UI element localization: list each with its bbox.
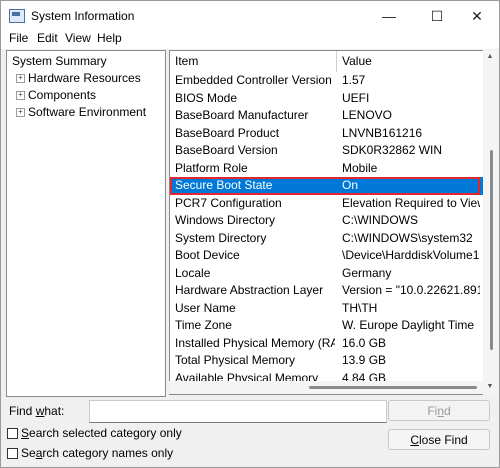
expand-software-environment-icon[interactable]: + xyxy=(16,108,25,117)
column-divider[interactable] xyxy=(336,51,337,72)
item-cell: BaseBoard Version xyxy=(175,143,278,157)
item-cell: Total Physical Memory xyxy=(175,353,296,367)
scroll-down-icon[interactable]: ▼ xyxy=(485,382,495,392)
category-tree[interactable]: System Summary + Hardware Resources + Co… xyxy=(6,50,166,397)
menu-file[interactable]: File xyxy=(9,31,28,45)
value-cell: Version = "10.0.22621.891" xyxy=(342,283,480,297)
value-cell: 16.0 GB xyxy=(342,335,387,350)
value-cell: 13.9 GB xyxy=(342,353,387,367)
table-row[interactable]: Boot Device \Device\HarddiskVolume1 xyxy=(170,247,484,265)
close-button[interactable]: ✕ xyxy=(455,1,499,31)
value-cell: Germany xyxy=(342,265,392,280)
expand-hardware-resources-icon[interactable]: + xyxy=(16,74,25,83)
system-information-window: System Information — ☐ ✕ File Edit View … xyxy=(0,0,500,468)
table-row[interactable]: BIOS Mode UEFI xyxy=(170,90,484,108)
table-row[interactable]: User Name TH\TH xyxy=(170,300,484,318)
table-row[interactable]: System Directory C:\WINDOWS\system32 xyxy=(170,230,484,248)
search-selected-category-checkbox[interactable] xyxy=(7,428,18,439)
search-selected-category-only-option[interactable]: Search selected category only xyxy=(7,426,182,440)
column-header-value[interactable]: Value xyxy=(342,51,372,72)
scroll-up-icon[interactable]: ▲ xyxy=(485,52,495,62)
value-cell: C:\WINDOWS\system32 xyxy=(342,230,473,245)
tree-item-software-environment[interactable]: Software Environment xyxy=(28,105,146,119)
item-cell: Boot Device xyxy=(175,248,240,262)
vertical-scroll-thumb[interactable] xyxy=(490,150,493,350)
value-cell: SDK0R32862 WIN xyxy=(342,143,443,157)
item-cell: Locale xyxy=(175,265,211,280)
menu-help[interactable]: Help xyxy=(97,31,122,45)
close-find-button[interactable]: Close Find xyxy=(388,429,490,450)
table-row[interactable]: BaseBoard Manufacturer LENOVO xyxy=(170,107,484,125)
title-bar: System Information — ☐ ✕ xyxy=(1,1,499,31)
value-cell: C:\WINDOWS xyxy=(342,213,418,227)
value-cell: 1.57 xyxy=(342,73,366,87)
table-row[interactable]: Installed Physical Memory (RAM) 16.0 GB xyxy=(170,335,484,353)
item-cell: Embedded Controller Version xyxy=(175,73,332,87)
item-cell: Windows Directory xyxy=(175,213,276,227)
horizontal-scrollbar[interactable] xyxy=(169,381,483,394)
table-row[interactable]: Embedded Controller Version 1.57 xyxy=(170,72,484,90)
table-row[interactable]: Windows Directory C:\WINDOWS xyxy=(170,212,484,230)
table-row[interactable]: Hardware Abstraction Layer Version = "10.… xyxy=(170,282,484,300)
item-cell: Hardware Abstraction Layer xyxy=(175,283,324,297)
table-row[interactable]: PCR7 Configuration Elevation Required to … xyxy=(170,195,484,213)
value-cell: \Device\HarddiskVolume1 xyxy=(342,248,480,262)
menu-view[interactable]: View xyxy=(65,31,91,45)
item-cell: User Name xyxy=(175,300,236,315)
column-header-item[interactable]: Item xyxy=(175,51,199,72)
minimize-button[interactable]: — xyxy=(367,1,411,31)
menu-edit[interactable]: Edit xyxy=(37,31,58,45)
table-row-selected[interactable]: Secure Boot State On xyxy=(170,177,484,195)
item-cell: Installed Physical Memory (RAM) xyxy=(175,335,335,350)
menu-bar: File Edit View Help xyxy=(1,31,499,49)
tree-item-system-summary[interactable]: System Summary xyxy=(12,54,107,68)
value-cell: TH\TH xyxy=(342,300,378,315)
tree-item-components[interactable]: Components xyxy=(28,88,96,102)
item-cell: BIOS Mode xyxy=(175,90,238,105)
table-row[interactable]: Total Physical Memory 13.9 GB xyxy=(170,352,484,370)
item-cell: BaseBoard Manufacturer xyxy=(175,108,309,122)
find-what-input[interactable] xyxy=(89,400,387,423)
tree-item-hardware-resources[interactable]: Hardware Resources xyxy=(28,71,141,85)
vertical-scrollbar[interactable]: ▲ ▼ xyxy=(483,50,498,395)
table-row[interactable]: BaseBoard Version SDK0R32862 WIN xyxy=(170,142,484,160)
value-cell: Mobile xyxy=(342,160,378,175)
find-button[interactable]: Find xyxy=(388,400,490,421)
highlight-outline xyxy=(170,177,480,195)
item-cell: System Directory xyxy=(175,230,267,245)
find-what-label: Find what: xyxy=(9,404,65,418)
value-cell: LENOVO xyxy=(342,108,393,122)
window-title: System Information xyxy=(31,9,135,23)
search-category-names-checkbox[interactable] xyxy=(7,448,18,459)
table-row[interactable]: Locale Germany xyxy=(170,265,484,283)
expand-components-icon[interactable]: + xyxy=(16,91,25,100)
item-cell: Time Zone xyxy=(175,318,232,332)
table-row[interactable]: Time Zone W. Europe Daylight Time xyxy=(170,317,484,335)
item-cell: Platform Role xyxy=(175,160,248,175)
item-cell: PCR7 Configuration xyxy=(175,195,282,210)
item-cell: BaseBoard Product xyxy=(175,125,280,140)
table-row[interactable]: BaseBoard Product LNVNB161216 xyxy=(170,125,484,143)
table-row[interactable]: Platform Role Mobile xyxy=(170,160,484,178)
value-cell: LNVNB161216 xyxy=(342,125,423,140)
horizontal-scroll-thumb[interactable] xyxy=(309,386,477,389)
value-cell: Elevation Required to View xyxy=(342,195,480,210)
search-category-names-only-option[interactable]: Search category names only xyxy=(7,446,173,460)
value-cell: UEFI xyxy=(342,90,370,105)
maximize-button[interactable]: ☐ xyxy=(415,1,459,31)
value-cell: W. Europe Daylight Time xyxy=(342,318,475,332)
details-table: Item Value Embedded Controller Version 1.… xyxy=(169,50,485,395)
system-information-app-icon xyxy=(9,9,25,23)
